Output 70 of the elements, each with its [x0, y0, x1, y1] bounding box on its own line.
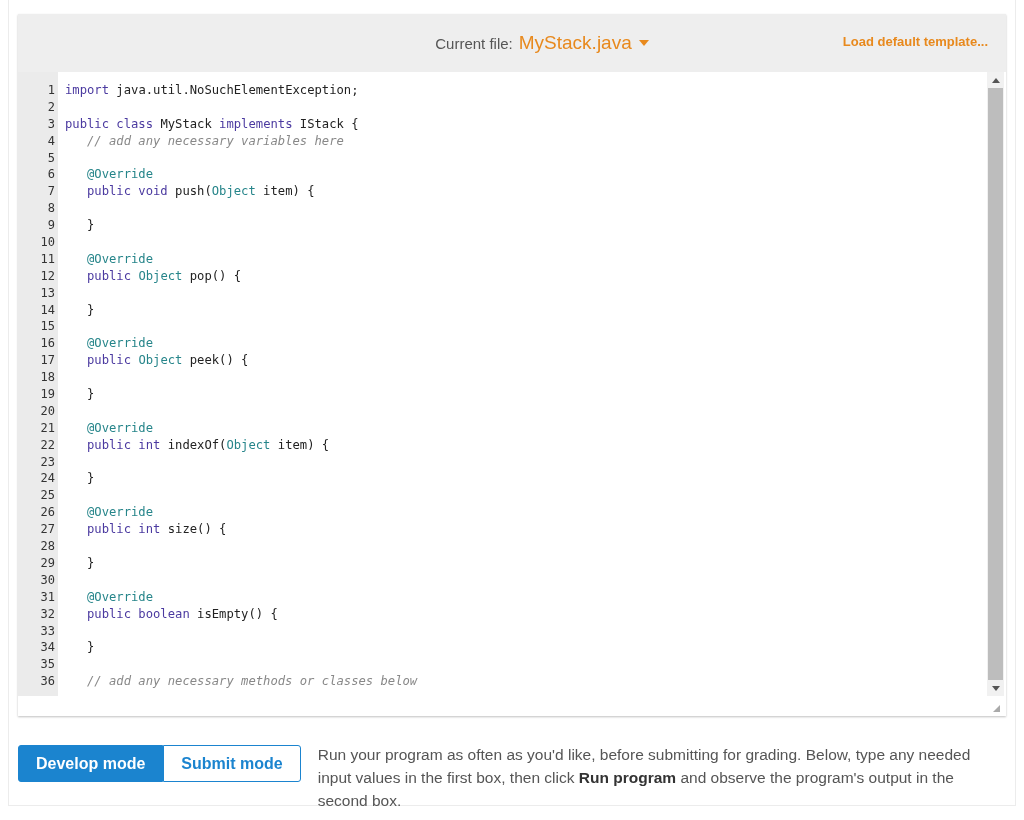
code-line: } [86, 217, 95, 235]
line-number: 18 [40, 370, 55, 385]
line-number: 14 [40, 302, 55, 317]
line-number: 22 [40, 437, 55, 452]
code-line: @Override [86, 166, 154, 184]
line-number: 11 [40, 251, 55, 266]
line-number: 10 [40, 235, 55, 249]
line-number: 33 [40, 623, 55, 638]
line-number: 19 [40, 387, 55, 402]
line-number: 15 [40, 319, 55, 334]
line-number: 29 [40, 555, 55, 570]
line-number: 13 [40, 285, 55, 300]
current-file-label: Current file: [435, 34, 513, 52]
resize-grip-icon[interactable] [993, 705, 1000, 712]
line-number: 8 [47, 201, 55, 216]
code-line: @Override [86, 250, 154, 268]
code-line: public boolean isEmpty() { [86, 605, 278, 623]
code-line: public class MyStack implements IStack { [65, 115, 359, 133]
line-number: 6 [47, 167, 55, 182]
code-line: // add any necessary variables here [86, 132, 344, 150]
caret-icon [638, 40, 649, 46]
instructions-text: Run your program as often as you'd like, before submitting for grading. Below, type any needed input values in the first box, then click Run program and observe the program's output in the second box. [317, 745, 972, 811]
line-number: 36 [40, 674, 55, 689]
line-number: 26 [40, 505, 55, 520]
line-number: 5 [47, 150, 55, 165]
line-number: 20 [40, 403, 55, 418]
line-number: 12 [40, 268, 55, 283]
line-number: 2 [47, 99, 55, 114]
line-number: 31 [40, 589, 55, 604]
line-number: 32 [40, 606, 55, 621]
code-line: public void push(Object item) { [86, 183, 315, 201]
code-line: import java.util.NoSuchElementException; [65, 82, 359, 99]
code-line: } [86, 639, 95, 657]
code-line: public int indexOf(Object item) { [86, 436, 330, 454]
code-line: } [86, 301, 95, 319]
scroll-up-icon[interactable] [991, 78, 1000, 83]
mode-tab[interactable]: Submit mode [163, 745, 301, 782]
line-number: 9 [47, 218, 55, 233]
scroll-thumb[interactable] [988, 88, 1003, 680]
line-number: 21 [40, 420, 55, 435]
line-number: 1 [47, 83, 55, 97]
code-line: @Override [86, 419, 154, 437]
file-dropdown[interactable]: MyStack.java [518, 32, 649, 54]
line-number: 4 [47, 133, 55, 148]
mode-tab[interactable]: Develop mode [18, 745, 164, 782]
line-number: 30 [40, 572, 55, 587]
line-number: 34 [40, 640, 55, 655]
line-number: 16 [40, 336, 55, 351]
load-template-link[interactable]: Load default template... [842, 34, 988, 49]
code-line: } [86, 386, 95, 403]
code-line: @Override [86, 335, 154, 353]
line-number: 3 [47, 116, 55, 131]
code-line: public int size() { [86, 521, 227, 539]
line-number: 17 [40, 353, 55, 368]
code-line: } [86, 470, 95, 488]
line-number: 23 [40, 454, 55, 469]
vertical-scrollbar[interactable] [987, 72, 1004, 696]
code-line: @Override [86, 504, 154, 522]
line-number: 27 [40, 522, 55, 537]
line-number: 25 [40, 488, 55, 503]
line-number: 24 [40, 471, 55, 486]
line-number: 28 [40, 539, 55, 554]
line-number: 7 [47, 184, 55, 199]
line-number: 35 [40, 657, 55, 672]
code-line: } [86, 554, 95, 572]
code-line: @Override [86, 588, 154, 606]
code-line: // add any necessary methods or classes below [86, 673, 418, 691]
code-line: public Object pop() { [86, 267, 242, 285]
code-line: public Object peek() { [86, 352, 249, 370]
scroll-down-icon[interactable] [991, 686, 1000, 691]
